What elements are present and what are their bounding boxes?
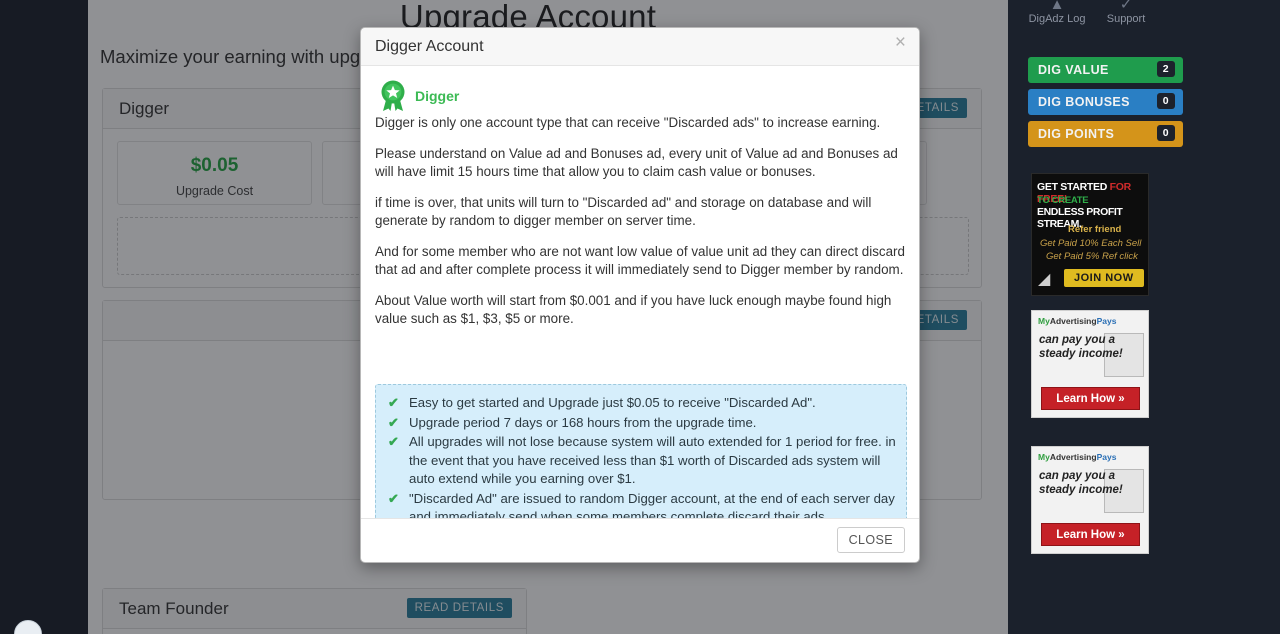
close-button[interactable]: CLOSE [836,527,905,553]
modal-footer: CLOSE [361,518,919,562]
digger-badge-label: Digger [415,88,460,104]
feature-item-3: ✔ All upgrades will not lose because sys… [384,433,896,489]
digger-account-modal: Digger Account × Digger Digger is only o… [360,27,920,563]
dig-points-count: 0 [1156,125,1175,141]
dig-value-label: DIG VALUE [1038,63,1109,77]
nav-support-label: Support [1106,13,1146,25]
close-icon[interactable]: × [895,33,906,52]
modal-paragraph-4: And for some member who are not want low… [375,244,905,277]
check-icon: ✔ [388,490,399,506]
modal-paragraph-2: Please understand on Value ad and Bonuse… [375,146,898,179]
check-icon: ✔ [388,414,399,430]
banner-myadvertisingpays-1[interactable]: MyAdvertisingPays can pay you a steady i… [1031,310,1149,418]
dig-bonuses-count: 0 [1156,93,1175,109]
banner-free-line4: Refer friend [1068,224,1122,235]
banner-free-line2: TO CREATE [1037,195,1089,206]
modal-header: Digger Account × [361,28,919,66]
screen-root: Upgrade Account Maximize your earning wi… [0,0,1280,634]
map-text-2: can pay you a steady income! [1039,470,1123,496]
feature-item-2: ✔ Upgrade period 7 days or 168 hours fro… [384,414,896,433]
feature-item-2-text: Upgrade period 7 days or 168 hours from … [409,414,757,430]
shovel-icon: ◢ [1038,271,1051,288]
modal-paragraph-5: About Value worth will start from $0.001… [375,293,892,326]
check-icon: ✔ [388,395,399,410]
modal-body: Digger Digger is only one account type t… [361,66,919,538]
dig-value-bar[interactable]: DIG VALUE 2 [1028,57,1183,83]
learn-how-button-2[interactable]: Learn How » [1041,523,1140,546]
feature-item-1-text: Easy to get started and Upgrade just $0.… [409,395,816,410]
banner-myadvertisingpays-2[interactable]: MyAdvertisingPays can pay you a steady i… [1031,446,1149,554]
check-icon: ✔ [388,434,399,449]
map-logo-2: MyAdvertisingPays [1038,452,1117,462]
banner-free-line6: Get Paid 5% Ref click [1046,251,1138,262]
map-logo-1: MyAdvertisingPays [1038,316,1117,326]
nav-support[interactable]: ✓ Support [1081,0,1171,25]
support-icon: ✓ [1119,0,1133,13]
dig-bonuses-label: DIG BONUSES [1038,95,1130,109]
dig-value-count: 2 [1156,61,1175,77]
modal-paragraph-3: if time is over, that units will turn to… [375,195,872,228]
join-now-button[interactable]: JOIN NOW [1064,269,1144,287]
learn-how-button-1[interactable]: Learn How » [1041,387,1140,410]
dig-points-bar[interactable]: DIG POINTS 0 [1028,121,1183,147]
modal-title: Digger Account [375,38,484,55]
digger-badge-icon [381,80,405,111]
feature-highlight-box: ✔ Easy to get started and Upgrade just $… [375,384,907,538]
feature-list: ✔ Easy to get started and Upgrade just $… [384,394,896,527]
feature-item-3-text: All upgrades will not lose because syste… [409,434,896,486]
modal-paragraph-1: Digger is only one account type that can… [375,115,881,130]
banner-get-started-free[interactable]: GET STARTED FOR FREE! TO CREATE ENDLESS … [1031,173,1149,296]
dig-bonuses-bar[interactable]: DIG BONUSES 0 [1028,89,1183,115]
feature-item-1: ✔ Easy to get started and Upgrade just $… [384,394,896,413]
banner-free-line5: Get Paid 10% Each Sell [1040,238,1142,249]
dig-points-label: DIG POINTS [1038,127,1115,141]
map-text-1: can pay you a steady income! [1039,334,1123,360]
digger-badge-row: Digger [375,80,905,111]
